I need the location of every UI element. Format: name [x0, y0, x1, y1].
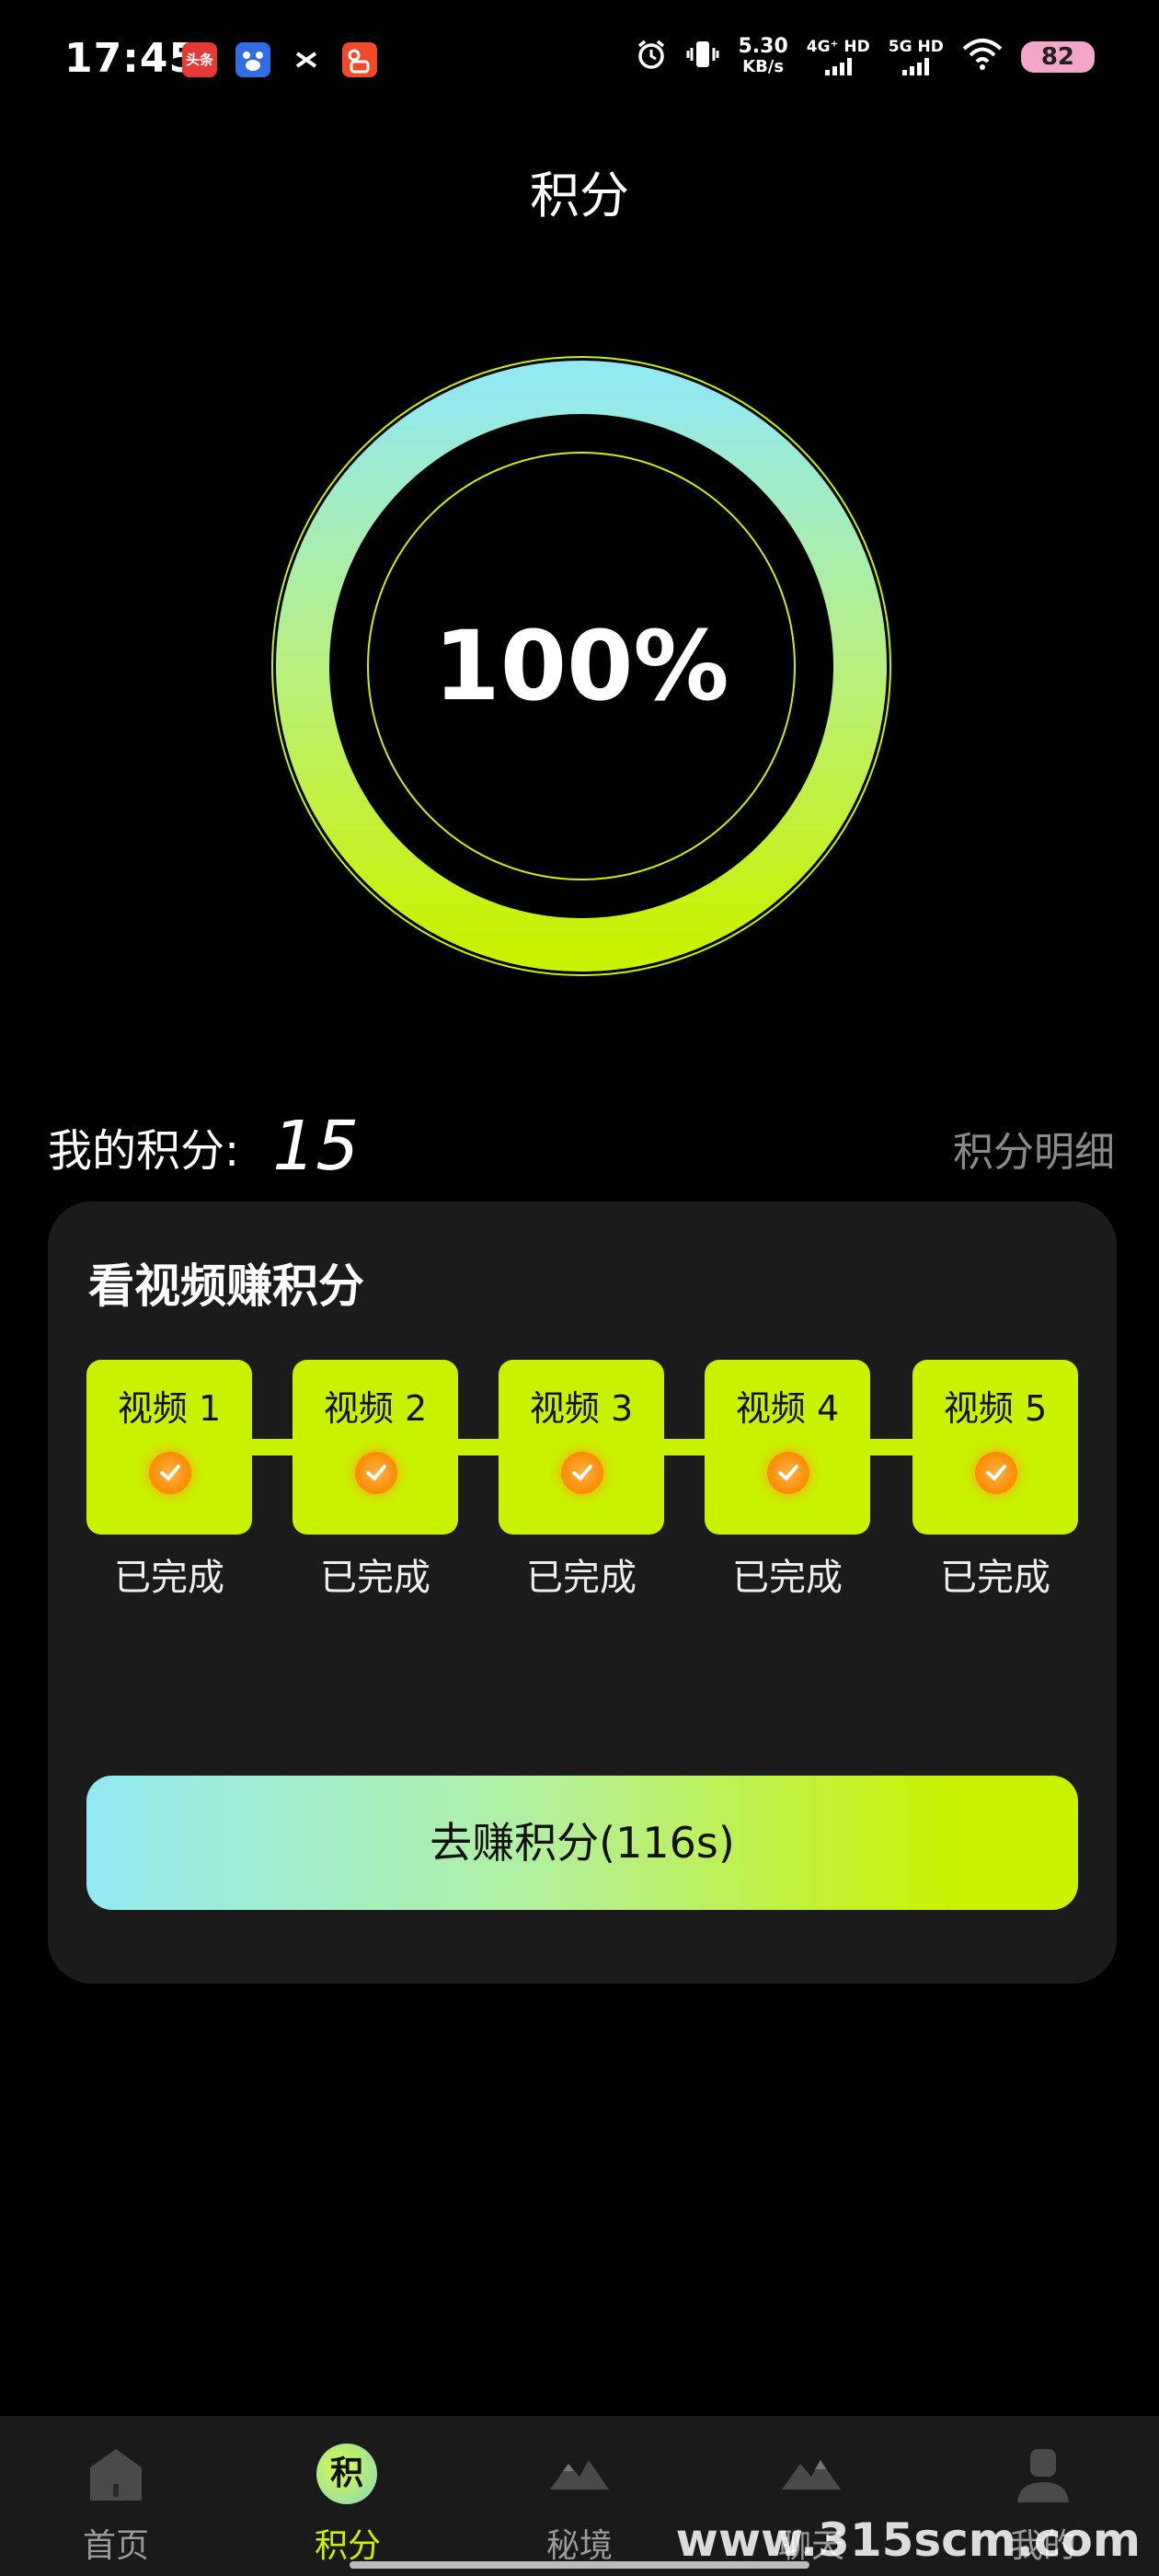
- video-task-status: 已完成: [114, 1557, 224, 1599]
- signal-bars-icon: [902, 57, 930, 75]
- my-points-label: 我的积分:: [48, 1125, 240, 1177]
- tab-home[interactable]: 首页: [24, 2416, 208, 2576]
- signal-4g: 4G⁺ HD: [807, 39, 870, 75]
- my-points: 我的积分: 15: [48, 1100, 359, 1192]
- video-task-status: 已完成: [320, 1557, 430, 1599]
- signal-bars-icon: [824, 57, 852, 75]
- video-task-2[interactable]: 视频 2: [293, 1360, 458, 1535]
- check-icon: [767, 1452, 809, 1494]
- my-points-value: 15: [272, 1107, 360, 1186]
- video-task-1[interactable]: 视频 1: [86, 1360, 252, 1535]
- status-right: 5.30 KB/s 4G⁺ HD 5G HD 82: [635, 37, 1095, 77]
- video-task-3[interactable]: 视频 3: [499, 1360, 664, 1535]
- network-speed: 5.30 KB/s: [738, 35, 788, 77]
- wifi-icon: [962, 38, 1003, 76]
- video-task-4[interactable]: 视频 4: [705, 1360, 870, 1535]
- video-task-label: 视频 5: [943, 1388, 1048, 1429]
- battery-indicator: 82: [1020, 41, 1095, 73]
- baidu-app-icon: [235, 42, 270, 77]
- home-icon: [90, 2449, 142, 2501]
- video-task-status: 已完成: [526, 1557, 637, 1599]
- video-task-status: 已完成: [732, 1557, 843, 1599]
- points-detail-link[interactable]: 积分明细: [953, 1119, 1115, 1178]
- home-indicator[interactable]: [350, 2561, 809, 2569]
- video-task-label: 视频 2: [323, 1388, 428, 1429]
- check-icon: [355, 1452, 397, 1494]
- page-title: 积分: [530, 167, 629, 224]
- signal-5g: 5G HD: [889, 39, 944, 75]
- video-task-label: 视频 3: [529, 1388, 634, 1429]
- earn-points-button[interactable]: 去赚积分(116s): [86, 1776, 1078, 1910]
- progress-percent: 100%: [433, 610, 729, 722]
- vibrate-icon: [686, 38, 719, 76]
- alarm-icon: [635, 38, 668, 76]
- status-app-icons: 头条: [182, 42, 377, 77]
- video-task-card: 看视频赚积分 视频 1 已完成 视频 2 已完成 视频 3 已完成 视频 4 已…: [48, 1202, 1117, 1984]
- points-icon: 积: [316, 2444, 377, 2504]
- check-icon: [561, 1452, 603, 1494]
- status-bar: 17:45 头条 5.30 KB/s 4G⁺ HD 5G HD 82: [0, 0, 1159, 120]
- video-task-label: 视频 1: [117, 1388, 222, 1429]
- chat-icon: [782, 2460, 841, 2490]
- toutiao-app-icon: 头条: [182, 42, 217, 77]
- check-icon: [149, 1452, 191, 1494]
- profile-icon: [1017, 2449, 1069, 2502]
- watermark: www.315scm.com: [675, 2513, 1141, 2567]
- capcut-app-icon: [289, 42, 324, 77]
- tab-secret-realm[interactable]: 秘境: [488, 2416, 671, 2576]
- kuaishou-app-icon: [342, 42, 377, 77]
- tab-label: 秘境: [545, 2527, 613, 2565]
- progress-ring: 100%: [269, 353, 894, 979]
- card-title: 看视频赚积分: [88, 1259, 364, 1313]
- tab-label: 首页: [82, 2527, 149, 2565]
- video-task-5[interactable]: 视频 5: [912, 1360, 1078, 1535]
- status-time: 17:45: [64, 35, 199, 82]
- tab-label: 积分: [314, 2527, 381, 2565]
- tab-points[interactable]: 积 积分: [256, 2416, 440, 2576]
- video-task-label: 视频 4: [735, 1388, 840, 1429]
- check-icon: [975, 1452, 1017, 1494]
- video-task-status: 已完成: [940, 1557, 1050, 1599]
- mountain-icon: [550, 2460, 609, 2490]
